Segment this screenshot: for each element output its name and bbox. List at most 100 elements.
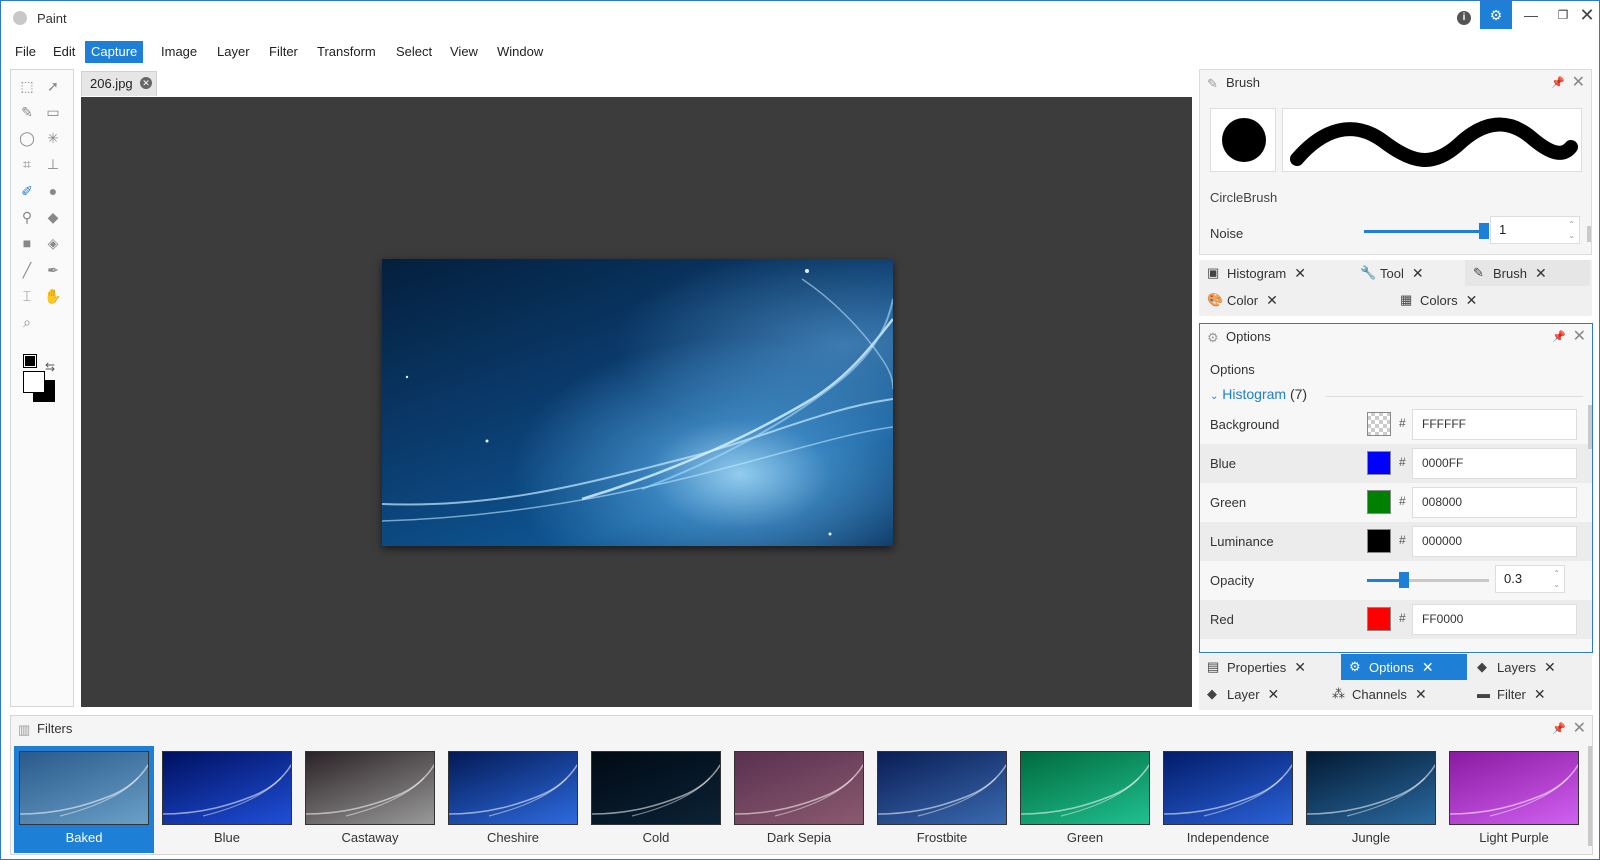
pin-icon[interactable]: 📌 [1551,70,1565,96]
background-hex-input[interactable]: FFFFFF [1412,409,1577,440]
close-icon[interactable]: ✕ [1294,265,1306,281]
close-icon[interactable]: ✕ [1573,716,1586,742]
minimize-button[interactable]: — [1515,1,1547,29]
noise-slider-thumb[interactable] [1479,223,1489,239]
canvas-area[interactable] [81,97,1192,707]
menu-edit[interactable]: Edit [47,41,81,63]
zoom-icon[interactable]: ⌕ [16,311,38,333]
ruler-icon[interactable]: ▭ [42,101,64,123]
filter-baked[interactable]: Baked [14,746,154,853]
pen-icon[interactable]: ✒ [42,259,64,281]
luminance-hex-input[interactable]: 000000 [1412,526,1577,557]
tab-histogram[interactable]: ▣ Histogram ✕ [1199,260,1349,286]
close-icon[interactable]: ✕ [1266,292,1278,308]
lasso-icon[interactable]: ◯ [16,127,38,149]
close-icon[interactable]: ✕ [1572,70,1585,96]
filter-independence[interactable]: Independence [1158,746,1298,853]
background-color-swatch[interactable] [1367,412,1391,436]
menu-file[interactable]: File [9,41,42,63]
menu-image[interactable]: Image [155,41,203,63]
opacity-spinbox[interactable]: 0.3 ⌃ ⌄ [1495,565,1565,593]
bucket-icon[interactable]: ◆ [42,206,64,228]
filter-jungle[interactable]: Jungle [1301,746,1441,853]
tab-filter[interactable]: ▬ Filter ✕ [1469,681,1590,707]
filter-frostbite[interactable]: Frostbite [872,746,1012,853]
pin-icon[interactable]: 📌 [1552,324,1566,350]
tab-layer[interactable]: ◆ Layer ✕ [1199,681,1337,707]
pointer-icon[interactable]: ➚ [42,75,64,97]
close-icon[interactable]: ✕ [1294,659,1306,675]
primary-color-swatch[interactable] [23,354,37,368]
canvas-image[interactable] [382,259,893,546]
filter-cold[interactable]: Cold [586,746,726,853]
filter-blue[interactable]: Blue [157,746,297,853]
drop-icon[interactable]: ● [42,180,64,202]
spin-arrows-icon[interactable]: ⌃ ⌄ [1553,568,1560,590]
filter-cheshire[interactable]: Cheshire [443,746,583,853]
info-button[interactable]: i [1448,1,1480,29]
pin-icon[interactable]: 📌 [1552,716,1566,742]
gradient-icon[interactable]: ■ [16,232,38,254]
brush-panel-scrollbar[interactable] [1587,226,1591,242]
tab-layers[interactable]: ◆ Layers ✕ [1469,654,1590,680]
close-icon[interactable]: ✕ [1412,265,1424,281]
smudge-icon[interactable]: ⚲ [16,206,38,228]
menu-layer[interactable]: Layer [211,41,256,63]
close-tab-icon[interactable]: ✕ [140,77,152,89]
filter-green[interactable]: Green [1015,746,1155,853]
settings-button[interactable]: ⚙ [1480,1,1512,29]
eraser-icon[interactable]: ◈ [42,232,64,254]
close-icon[interactable]: ✕ [1573,324,1586,350]
eyedropper-icon[interactable]: ✎ [16,101,38,123]
filter-dark-sepia[interactable]: Dark Sepia [729,746,869,853]
tab-brush[interactable]: ✎ Brush ✕ [1465,260,1590,286]
tab-colors[interactable]: ▦ Colors ✕ [1392,287,1542,313]
red-hex-input[interactable]: FF0000 [1412,604,1577,635]
stamp-icon[interactable]: ⊥ [42,153,64,175]
spin-arrows-icon[interactable]: ⌃ ⌄ [1568,219,1575,241]
brush-tip-preview[interactable] [1210,108,1276,172]
rect-select-icon[interactable]: ⬚ [16,75,38,97]
close-icon[interactable]: ✕ [1544,659,1556,675]
swap-colors-icon[interactable]: ⇆ [45,360,55,374]
line-icon[interactable]: ╱ [16,259,38,281]
histogram-group-toggle[interactable]: ⌄ Histogram (7) [1210,386,1307,402]
noise-spinbox[interactable]: 1 ⌃ ⌄ [1490,216,1580,244]
brush-tool-icon[interactable]: ✐ [16,180,38,202]
close-icon[interactable]: ✕ [1535,265,1547,281]
menu-window[interactable]: Window [491,41,549,63]
filter-castaway[interactable]: Castaway [300,746,440,853]
menu-view[interactable]: View [444,41,484,63]
red-color-swatch[interactable] [1367,607,1391,631]
close-icon[interactable]: ✕ [1466,292,1478,308]
tab-properties[interactable]: ▤ Properties ✕ [1199,654,1337,680]
menu-filter[interactable]: Filter [263,41,304,63]
green-hex-input[interactable]: 008000 [1412,487,1577,518]
filters-scrollbar[interactable] [1588,746,1592,846]
close-icon[interactable]: ✕ [1268,686,1280,702]
document-tab[interactable]: 206.jpg ✕ [81,71,157,96]
menu-transform[interactable]: Transform [311,41,382,63]
tab-tool[interactable]: 🔧 Tool ✕ [1352,260,1462,286]
close-button[interactable]: ✕ [1571,1,1600,29]
options-scrollbar[interactable] [1588,405,1592,449]
tab-color[interactable]: 🎨 Color ✕ [1199,287,1349,313]
noise-slider[interactable] [1364,230,1484,233]
secondary-color-swatch[interactable] [23,371,45,393]
luminance-color-swatch[interactable] [1367,529,1391,553]
filter-light-purple[interactable]: Light Purple [1444,746,1584,853]
tab-channels[interactable]: ⁂ Channels ✕ [1324,681,1464,707]
magic-wand-icon[interactable]: ✳ [42,127,64,149]
close-icon[interactable]: ✕ [1415,686,1427,702]
green-color-swatch[interactable] [1367,490,1391,514]
blue-hex-input[interactable]: 0000FF [1412,448,1577,479]
close-icon[interactable]: ✕ [1422,659,1434,675]
opacity-slider-thumb[interactable] [1398,572,1409,588]
crop-icon[interactable]: ⌗ [16,153,38,175]
blue-color-swatch[interactable] [1367,451,1391,475]
menu-capture[interactable]: Capture [85,41,144,63]
menu-select[interactable]: Select [390,41,438,63]
hand-icon[interactable]: ✋ [42,285,64,307]
text-select-icon[interactable]: ⌶ [16,285,38,307]
tab-options[interactable]: ⚙ Options ✕ [1341,654,1467,680]
